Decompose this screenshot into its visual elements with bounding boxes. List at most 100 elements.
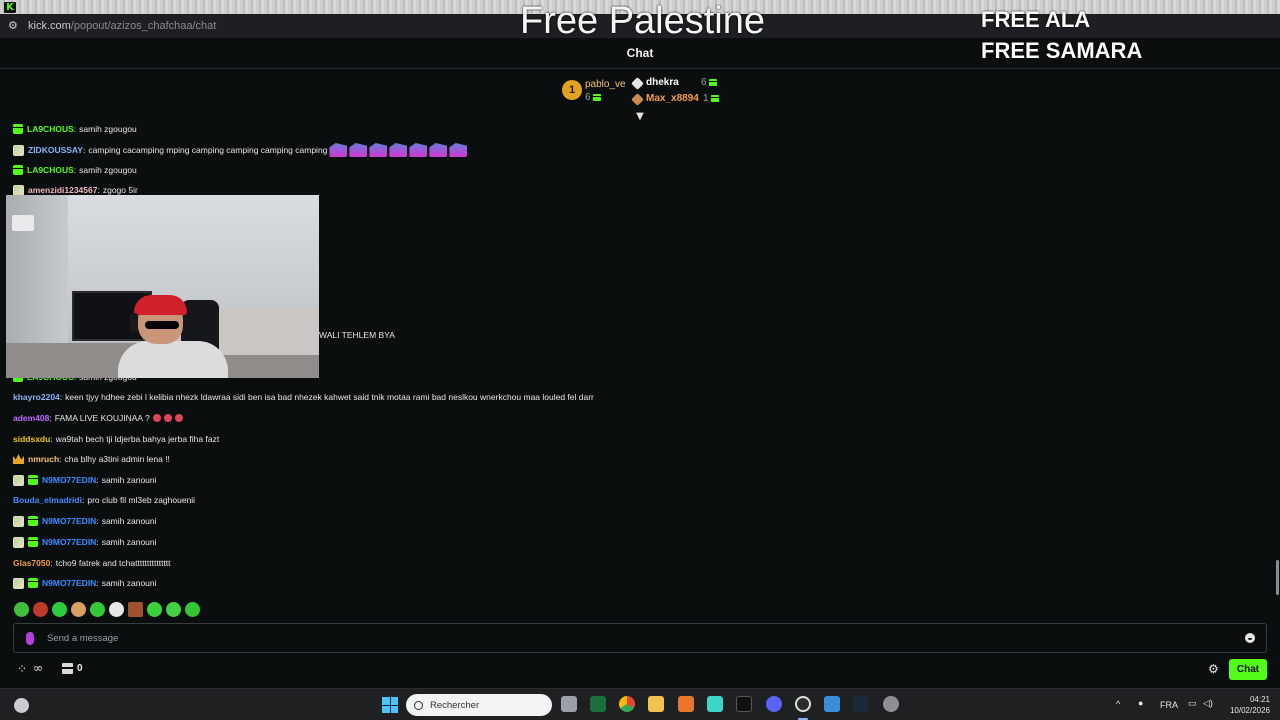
- leaderboard-first-name[interactable]: pablo_ve: [585, 79, 626, 90]
- chat-message: siddsxdu: wa9tah bech tji ldjerba bahya …: [13, 430, 219, 448]
- streamer-body: [118, 341, 228, 378]
- separator: :: [97, 185, 100, 195]
- message-input[interactable]: [47, 632, 1245, 644]
- message-username[interactable]: LA9CHOUS: [27, 165, 74, 175]
- expand-pinned-icon[interactable]: ▼: [634, 112, 646, 122]
- users-icon[interactable]: ⁘: [17, 662, 27, 676]
- leaderboard-third-count-value: 1: [703, 93, 709, 104]
- emote-icon[interactable]: [90, 602, 105, 617]
- stream-overlay-right: FREE ALA FREE SAMARA: [981, 4, 1142, 66]
- rank-2-badge-icon: [631, 77, 644, 90]
- network-icon[interactable]: ▭: [1188, 698, 1197, 709]
- taskbar-clock[interactable]: 04:21 10/02/2026: [1222, 694, 1270, 716]
- leaderboard-second-count: 6: [701, 77, 717, 88]
- message-username[interactable]: N9MO77EDIN: [42, 516, 96, 526]
- webcam-overlay: [6, 195, 319, 378]
- gift-icon: [592, 94, 601, 101]
- app-icon[interactable]: [590, 696, 606, 712]
- message-username[interactable]: N9MO77EDIN: [42, 475, 96, 485]
- heart-emote-icon: [152, 414, 161, 422]
- send-chat-button[interactable]: Chat: [1229, 659, 1267, 680]
- webcam-streamer: [118, 295, 228, 378]
- kick-logo-icon: K: [4, 2, 16, 13]
- chat-message: N9MO77EDIN: samih zanouni: [13, 471, 157, 489]
- microphone-tray-icon[interactable]: ●: [1138, 698, 1143, 708]
- gift-shop-icon[interactable]: [62, 663, 73, 674]
- app-icon[interactable]: [824, 696, 840, 712]
- settings-icon[interactable]: [883, 696, 899, 712]
- leaderboard-third-name[interactable]: Max_x8894: [646, 93, 699, 104]
- emote-icon[interactable]: [33, 602, 48, 617]
- windows-start-icon[interactable]: [382, 697, 398, 713]
- tray-chevron-icon[interactable]: ^: [1116, 699, 1120, 709]
- separator: :: [49, 413, 52, 423]
- message-username[interactable]: ZIDKOUSSAY: [28, 145, 83, 155]
- chrome-icon[interactable]: [619, 696, 635, 712]
- microphone-icon[interactable]: [26, 631, 34, 645]
- emote-icon[interactable]: [147, 602, 162, 617]
- message-input-box[interactable]: [13, 623, 1267, 653]
- steam-icon[interactable]: [853, 696, 869, 712]
- emote-icon: [449, 143, 468, 157]
- app-icon[interactable]: [736, 696, 752, 712]
- site-info-icon[interactable]: ⚙: [8, 20, 20, 32]
- chat-message: khayro2204: keen tjyy hdhee zebi l kelib…: [13, 388, 594, 406]
- message-username[interactable]: adem408: [13, 413, 49, 423]
- message-text: tcho9 fatrek and tchattttttttttttttt: [55, 558, 171, 568]
- message-username[interactable]: amenzidi1234567: [28, 185, 97, 195]
- message-username[interactable]: Glas7050: [13, 558, 50, 568]
- message-text: samih zanouni: [101, 516, 157, 526]
- widgets-icon[interactable]: [14, 698, 29, 713]
- message-username[interactable]: N9MO77EDIN: [42, 537, 96, 547]
- message-username[interactable]: nmruch: [28, 454, 59, 464]
- message-username[interactable]: siddsxdu: [13, 434, 50, 444]
- url-host: kick.com: [28, 20, 71, 32]
- gifter-badge-icon: [28, 516, 38, 526]
- volume-icon[interactable]: ◁): [1203, 698, 1213, 709]
- separator: :: [73, 165, 77, 175]
- emote-icon: [409, 143, 428, 157]
- app-icon[interactable]: [707, 696, 723, 712]
- subscriber-badge-icon: [13, 144, 24, 156]
- emote-icon[interactable]: [185, 602, 200, 617]
- emote-icon[interactable]: [52, 602, 67, 617]
- gifter-badge-icon: [13, 124, 23, 134]
- chat-message: N9MO77EDIN: samih zanouni: [13, 512, 157, 530]
- emote-icon[interactable]: [166, 602, 181, 617]
- url-text[interactable]: kick.com/popout/azizos_chafchaa/chat: [28, 20, 216, 32]
- emote-icon[interactable]: [128, 602, 143, 617]
- message-username[interactable]: N9MO77EDIN: [42, 578, 96, 588]
- task-view-icon[interactable]: [561, 696, 577, 712]
- emoji-picker-icon[interactable]: [1245, 633, 1255, 643]
- taskbar-search[interactable]: Rechercher: [406, 694, 552, 716]
- search-icon: [414, 700, 423, 710]
- separator: :: [82, 145, 86, 155]
- emote-icon[interactable]: [71, 602, 86, 617]
- separator: :: [59, 454, 62, 464]
- obs-icon[interactable]: [795, 696, 811, 712]
- message-text: samih zgougou: [79, 165, 137, 175]
- gift-leaderboard[interactable]: 1 pablo_ve 6 dhekra 6 Max_x8894 1: [562, 76, 722, 108]
- app-icon[interactable]: [678, 696, 694, 712]
- separator: :: [96, 516, 99, 526]
- gifter-badge-icon: [28, 537, 38, 547]
- message-username[interactable]: LA9CHOUS: [27, 124, 74, 134]
- emote-icon[interactable]: [109, 602, 124, 617]
- emote-icon[interactable]: [14, 602, 29, 617]
- language-indicator[interactable]: FRA: [1160, 700, 1178, 710]
- chat-message: Glas7050: tcho9 fatrek and tchattttttttt…: [13, 554, 171, 572]
- subscriber-badge-icon: [13, 577, 24, 589]
- leaderboard-second-name[interactable]: dhekra: [646, 77, 679, 88]
- file-explorer-icon[interactable]: [648, 696, 664, 712]
- message-username[interactable]: Bouda_elmadridi: [13, 495, 82, 505]
- message-text: WALI TEHLEM BYA: [319, 330, 395, 340]
- message-username[interactable]: khayro2204: [13, 392, 60, 402]
- separator: :: [81, 495, 85, 505]
- subscriber-badge-icon: [13, 184, 24, 196]
- settings-gear-icon[interactable]: ⚙: [1208, 662, 1219, 676]
- separator: :: [73, 124, 77, 134]
- infinity-icon[interactable]: ∞: [33, 661, 43, 675]
- chat-scrollbar[interactable]: [1276, 560, 1279, 595]
- chat-message: WALI TEHLEM BYA: [319, 326, 395, 344]
- discord-icon[interactable]: [766, 696, 782, 712]
